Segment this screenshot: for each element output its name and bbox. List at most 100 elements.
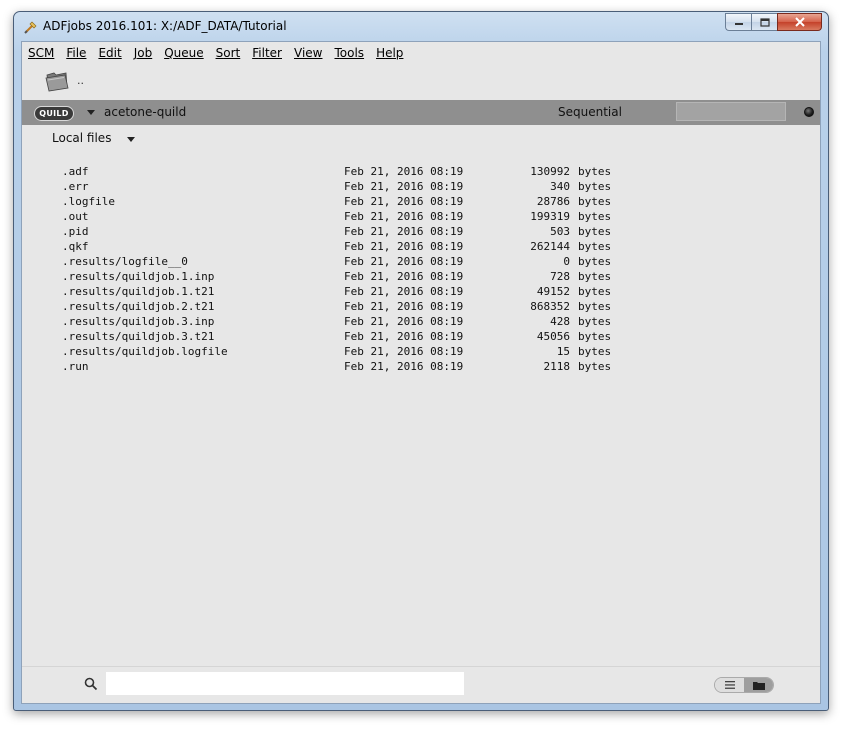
parent-folder-label[interactable]: .. [77, 74, 84, 87]
list-item[interactable]: .results/quildjob.1.t21 Feb 21, 2016 08:1… [62, 284, 628, 299]
file-size: 2118 [543, 360, 571, 373]
file-size: 45056 [536, 330, 570, 343]
list-item[interactable]: .results/quildjob.3.inp Feb 21, 2016 08:1… [62, 314, 628, 329]
menu-scm[interactable]: SCM [28, 46, 54, 60]
chevron-down-icon[interactable] [127, 136, 136, 142]
file-size-unit: bytes [578, 195, 612, 208]
file-name: .out [62, 210, 89, 223]
file-name: .results/quildjob.1.inp [62, 270, 215, 283]
close-icon [794, 17, 805, 27]
file-name: .logfile [62, 195, 115, 208]
file-date: Feb 21, 2016 08:19 [344, 225, 464, 238]
list-item[interactable]: .qkf Feb 21, 2016 08:19 262144 bytes [62, 239, 628, 254]
file-size-unit: bytes [578, 330, 612, 343]
list-item[interactable]: .results/logfile__0 Feb 21, 2016 08:19 0 by… [62, 254, 628, 269]
file-date: Feb 21, 2016 08:19 [344, 195, 464, 208]
file-date: Feb 21, 2016 08:19 [344, 270, 464, 283]
file-name: .results/quildjob.3.t21 [62, 330, 215, 343]
list-view-button[interactable] [715, 678, 744, 692]
bottom-bar [22, 666, 820, 703]
adf-tool-icon [24, 21, 37, 34]
maximize-icon [759, 17, 770, 27]
file-date: Feb 21, 2016 08:19 [344, 165, 464, 178]
file-name: .results/quildjob.logfile [62, 345, 228, 358]
job-bar: QUILD acetone-quild Sequential [22, 100, 820, 125]
file-name: .pid [62, 225, 89, 238]
menu-bar: SCM File Edit Job Queue Sort Filter View… [22, 42, 820, 64]
list-item[interactable]: .results/quildjob.2.t21 Feb 21, 2016 08:1… [62, 299, 628, 314]
folder-view-button[interactable] [744, 678, 773, 692]
search-input[interactable] [106, 672, 464, 695]
file-date: Feb 21, 2016 08:19 [344, 345, 464, 358]
file-date: Feb 21, 2016 08:19 [344, 360, 464, 373]
maximize-button[interactable] [751, 13, 777, 31]
file-size-unit: bytes [578, 315, 612, 328]
queue-mode-label[interactable]: Sequential [558, 105, 622, 119]
title-bar[interactable]: ADFjobs 2016.101: X:/ADF_DATA/Tutorial [14, 12, 828, 42]
chevron-down-icon[interactable] [87, 110, 95, 115]
file-size-unit: bytes [578, 165, 612, 178]
list-item[interactable]: .err Feb 21, 2016 08:19 340 bytes [62, 179, 628, 194]
file-size: 262144 [530, 240, 570, 253]
list-item[interactable]: .logfile Feb 21, 2016 08:19 28786 bytes [62, 194, 628, 209]
file-size: 503 [550, 225, 570, 238]
file-name: .results/quildjob.2.t21 [62, 300, 215, 313]
file-size-unit: bytes [578, 180, 612, 193]
list-item[interactable]: .pid Feb 21, 2016 08:19 503 bytes [62, 224, 628, 239]
file-size: 199319 [530, 210, 570, 223]
list-item[interactable]: .results/quildjob.logfile Feb 21, 2016 08… [62, 344, 628, 359]
list-view-icon [724, 681, 735, 689]
file-name: .run [62, 360, 89, 373]
list-item[interactable]: .out Feb 21, 2016 08:19 199319 bytes [62, 209, 628, 224]
close-button[interactable] [777, 13, 822, 31]
menu-queue[interactable]: Queue [164, 46, 203, 60]
file-size: 428 [550, 315, 570, 328]
file-size: 0 [563, 255, 570, 268]
file-size: 15 [556, 345, 570, 358]
file-name: .results/quildjob.3.inp [62, 315, 215, 328]
file-size: 49152 [536, 285, 570, 298]
menu-file[interactable]: File [66, 46, 86, 60]
file-name: .results/logfile__0 [62, 255, 188, 268]
file-size-unit: bytes [578, 255, 612, 268]
file-date: Feb 21, 2016 08:19 [344, 330, 464, 343]
files-section-header[interactable]: Local files [52, 131, 136, 145]
file-date: Feb 21, 2016 08:19 [344, 300, 464, 313]
menu-job[interactable]: Job [134, 46, 153, 60]
folder-view-icon [752, 681, 765, 690]
toolbar: .. [22, 64, 820, 100]
job-name[interactable]: acetone-quild [104, 105, 186, 119]
job-info-field[interactable] [676, 102, 786, 121]
file-size: 868352 [530, 300, 570, 313]
menu-help[interactable]: Help [376, 46, 403, 60]
folder-icon[interactable] [44, 69, 70, 93]
file-size-unit: bytes [578, 240, 612, 253]
menu-sort[interactable]: Sort [216, 46, 241, 60]
job-type-badge: QUILD [34, 106, 74, 121]
minimize-button[interactable] [725, 13, 751, 31]
file-size: 130992 [530, 165, 570, 178]
file-date: Feb 21, 2016 08:19 [344, 315, 464, 328]
file-name: .err [62, 180, 89, 193]
menu-edit[interactable]: Edit [98, 46, 121, 60]
file-name: .qkf [62, 240, 89, 253]
file-size-unit: bytes [578, 345, 612, 358]
file-name: .results/quildjob.1.t21 [62, 285, 215, 298]
menu-tools[interactable]: Tools [334, 46, 364, 60]
list-item[interactable]: .results/quildjob.1.inp Feb 21, 2016 08:1… [62, 269, 628, 284]
file-size: 340 [550, 180, 570, 193]
file-size-unit: bytes [578, 360, 612, 373]
file-size: 728 [550, 270, 570, 283]
app-window: ADFjobs 2016.101: X:/ADF_DATA/Tutorial S… [13, 11, 829, 711]
file-size-unit: bytes [578, 285, 612, 298]
menu-view[interactable]: View [294, 46, 322, 60]
file-date: Feb 21, 2016 08:19 [344, 210, 464, 223]
menu-filter[interactable]: Filter [252, 46, 282, 60]
list-item[interactable]: .run Feb 21, 2016 08:19 2118 bytes [62, 359, 628, 374]
list-item[interactable]: .adf Feb 21, 2016 08:19 130992 bytes [62, 164, 628, 179]
files-section-label: Local files [52, 131, 112, 145]
list-item[interactable]: .results/quildjob.3.t21 Feb 21, 2016 08:1… [62, 329, 628, 344]
file-date: Feb 21, 2016 08:19 [344, 285, 464, 298]
file-size-unit: bytes [578, 210, 612, 223]
file-size-unit: bytes [578, 270, 612, 283]
